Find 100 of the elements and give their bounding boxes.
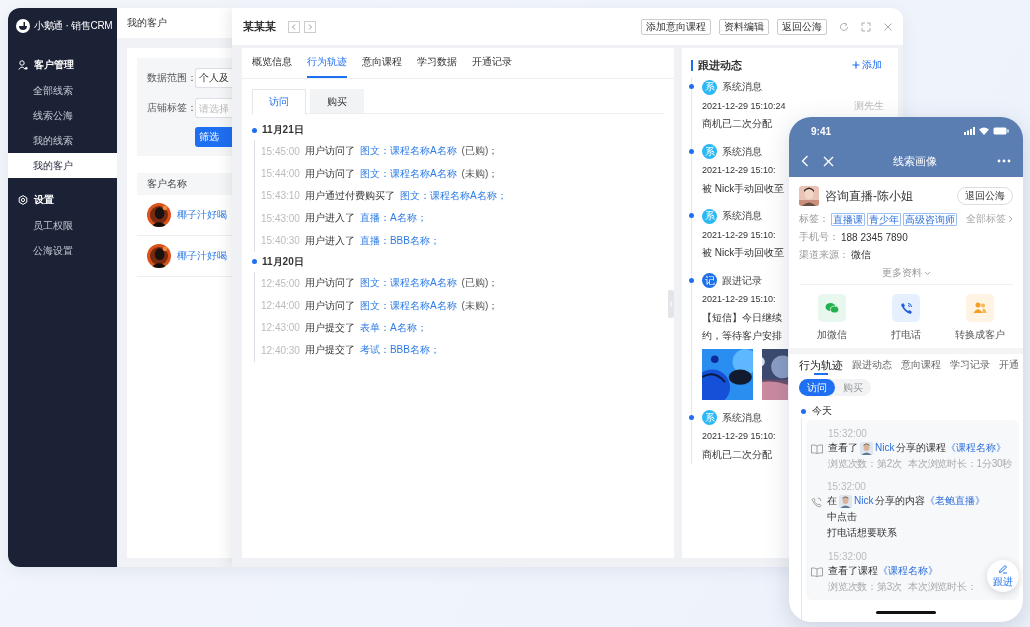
day-label: 今天 [812,404,832,418]
tab[interactable]: 跟进动态 [852,354,892,376]
action-tile[interactable] [892,294,920,322]
tab[interactable]: 开通 [999,354,1019,376]
filter-label: 数据范围： [147,71,195,85]
action-button[interactable]: 添加意向课程 [641,18,711,35]
tag: 直播课 [831,212,865,226]
message-text: 被 Nick手动回收至 [702,181,785,196]
tab[interactable]: 学习记录 [950,354,990,376]
tab[interactable]: 行为轨迹 [307,48,347,78]
tab[interactable]: 概览信息 [252,48,292,78]
sidebar-item[interactable]: 我的线索 [8,128,117,153]
next-button[interactable] [304,20,316,33]
sidebar-item[interactable]: 我的客户 [8,153,117,178]
input-field[interactable]: 请选择 [195,98,232,118]
chevron-down-icon [923,270,931,276]
message-text: 【短信】今日继续 [702,310,782,325]
time-text: 12:45:00 [261,277,300,289]
previous-button[interactable] [288,20,300,33]
action-button[interactable]: 返回公海 [777,18,827,35]
all-tags-link[interactable]: 全部标签 [966,212,1013,226]
customer-name-link[interactable]: 椰子汁好喝 [177,249,227,263]
type-badge: 系 [702,410,717,426]
meta-text: 本次浏览时长：1分30秒 [908,456,1013,471]
meta-text: 本次浏览时长： [908,579,977,594]
expand-icon[interactable] [861,21,871,32]
time-text: 15:44:00 [261,168,300,180]
timeline-dot [689,277,694,283]
content-link[interactable]: 图文：课程名称A名称； [399,188,507,203]
tag: 青少年 [867,212,901,226]
entry-text: 分享的内容 [875,494,926,508]
sidebar-item[interactable]: 员工权限 [8,213,117,238]
content-link[interactable]: 表单：A名称； [359,320,427,335]
phone-icon [811,497,822,508]
sidebar-item[interactable]: 全部线索 [8,78,117,103]
time-text: 15:32:00 [828,427,867,439]
date-label: 11月21日 [262,123,304,137]
return-button[interactable]: 退回公海 [957,187,1013,205]
more-info-link[interactable]: 更多资料 [881,266,922,280]
action-text: 用户访问了 [304,144,355,159]
chat-bubbles-icon [825,302,839,314]
action-text: 用户通过付费购买了 [304,188,395,203]
tab[interactable]: 学习数据 [417,48,457,78]
action-text: 用户提交了 [304,320,355,335]
book-icon [811,567,823,577]
timeline-dot [689,213,694,218]
select-field[interactable]: 个人及 [195,68,232,88]
tab[interactable]: 开通记录 [472,48,512,78]
action-tile[interactable] [818,294,846,322]
course-link[interactable]: 《老鲍直播》 [925,493,986,509]
timeline-dot [689,84,694,89]
field-label: 标签： [799,212,829,226]
action-label: 加微信 [817,328,847,342]
entry-text: 中点击 [827,510,857,524]
action-text: 用户访问了 [304,298,355,313]
content-link[interactable]: 图文：课程名称A名称 [359,298,457,313]
message-type: 系统消息 [722,80,762,95]
action-button[interactable]: 资料编辑 [719,18,769,35]
content-link[interactable]: 图文：课程名称A名称 [359,276,457,291]
customer-name-link[interactable]: 椰子汁好喝 [177,208,227,222]
user-link[interactable]: Nick [854,493,874,509]
message-text: 商机已二次分配 [702,447,772,462]
segment[interactable]: 购买 [835,379,871,396]
action-text: 用户进入了 [304,211,355,226]
tab[interactable]: 意向课程 [362,48,402,78]
content-link[interactable]: 直播：A名称； [359,211,427,226]
meta-text: 浏览次数：第2次 [828,456,903,471]
back-icon[interactable] [801,155,809,167]
content-link[interactable]: 考试：BBB名称； [359,343,440,358]
sidebar-item[interactable]: 公海设置 [8,238,117,263]
more-icon[interactable] [997,159,1011,163]
time-text: 12:44:00 [261,300,300,312]
time-text: 2021-12-29 15:10:24 [702,100,786,111]
sidebar-item[interactable]: 线索公海 [8,103,117,128]
field-label: 渠道来源： [799,248,849,262]
action-text: 用户进入了 [304,233,355,248]
segment[interactable]: 访问 [799,379,835,396]
course-link[interactable]: 《课程名称》 [878,563,938,579]
refresh-icon[interactable] [839,21,849,32]
message-type: 系统消息 [722,209,762,224]
course-link[interactable]: 《课程名称》 [946,440,1007,456]
action-text: 用户访问了 [304,166,355,181]
filter-button[interactable]: 筛选 [195,127,232,147]
date-label: 11月20日 [262,254,304,269]
tab[interactable]: 意向课程 [901,354,941,376]
message-text: 商机已二次分配 [702,117,772,132]
collapse-handle[interactable] [668,290,674,318]
content-link[interactable]: 图文：课程名称A名称 [359,166,457,181]
nav-group-label: 设置 [34,193,54,207]
tab[interactable]: 行为轨迹 [799,354,843,376]
close-icon[interactable] [883,21,893,32]
sub-tab[interactable]: 访问 [252,89,306,114]
sub-tab[interactable]: 购买 [310,89,364,113]
phone-icon [899,301,913,315]
user-link[interactable]: Nick [875,440,895,456]
add-link[interactable]: 添加 [852,58,882,72]
status-text: (未购)； [461,166,499,181]
action-tile[interactable] [966,294,994,322]
content-link[interactable]: 直播：BBB名称； [359,233,440,248]
content-link[interactable]: 图文：课程名称A名称 [359,144,457,159]
